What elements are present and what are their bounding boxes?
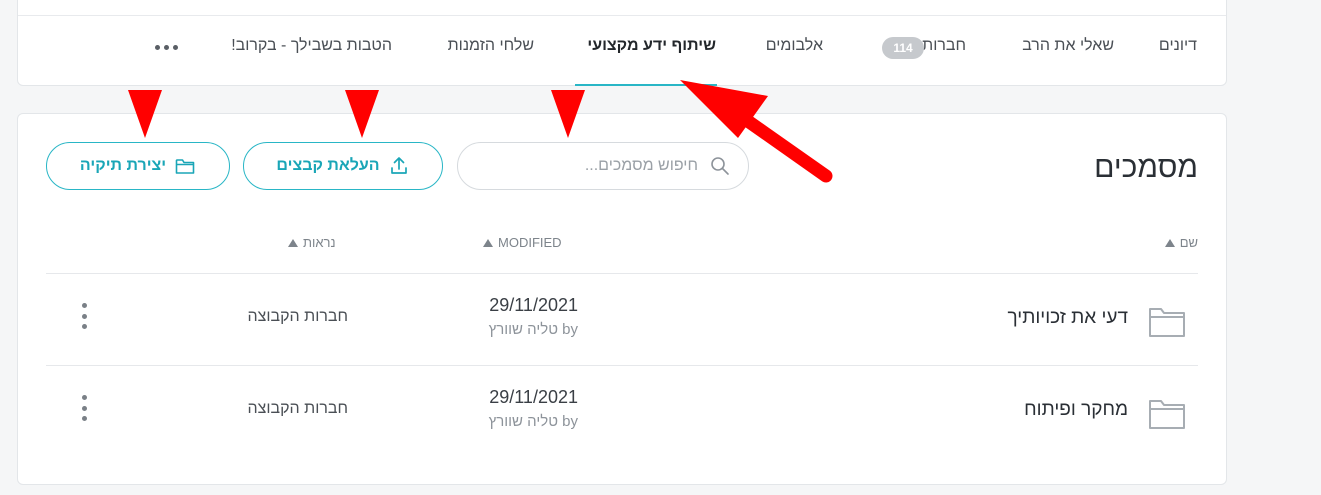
table-row[interactable]: מחקר ופיתוח 29/11/2021 by טליה שוורץ חבר… [18,365,1228,457]
row-actions-icon[interactable] [74,303,94,329]
column-label-name: שם [1179,235,1198,250]
visibility-value: חברות הקבוצה [247,400,348,417]
upload-files-button[interactable]: העלאת קבצים [243,142,443,190]
column-header-visibility[interactable]: נראות [288,235,336,250]
row-actions-icon[interactable] [74,395,94,421]
tab-send-invites[interactable]: שלחי הזמנות [448,37,534,55]
tab-discussions[interactable]: דיונים [1159,37,1197,55]
visibility-value: חברות הקבוצה [247,308,348,325]
folder-name[interactable]: דעי את זכויותיך [1007,307,1128,329]
folder-icon [1149,308,1185,337]
group-tabs-bar: דיונים שאלי את הרב חברות 114 אלבומים שית… [17,0,1227,86]
upload-icon [390,157,407,174]
sort-up-icon [288,238,298,247]
column-label-modified: MODIFIED [498,235,562,250]
tab-members[interactable]: חברות [922,37,966,55]
tab-ask-the-rabbi[interactable]: שאלי את הרב [1022,37,1114,55]
tabs-top-divider [18,15,1226,16]
modified-by: by טליה שוורץ [488,321,578,338]
folder-icon [175,159,195,174]
column-label-visibility: נראות [303,235,336,250]
table-row[interactable]: דעי את זכויותיך 29/11/2021 by טליה שוורץ… [18,273,1228,365]
tab-knowledge-sharing[interactable]: שיתוף ידע מקצועי [587,37,716,55]
sort-up-icon [1164,238,1175,247]
sort-up-icon [483,238,493,247]
document-search[interactable] [457,142,749,190]
tab-benefits[interactable]: הטבות בשבילך - בקרוב! [231,37,392,55]
search-input[interactable] [488,143,698,189]
create-folder-button[interactable]: יצירת תיקיה [46,142,230,190]
modified-date: 29/11/2021 [489,295,578,315]
modified-by: by טליה שוורץ [488,413,578,430]
folder-name[interactable]: מחקר ופיתוח [1024,399,1128,421]
documents-panel: מסמכים העלאת קבצים יצירת תיקיה שם MODIFI… [17,113,1227,485]
column-header-name[interactable]: שם [1164,235,1198,250]
column-header-modified[interactable]: MODIFIED [483,235,562,250]
modified-date: 29/11/2021 [489,387,578,407]
more-horizontal-icon[interactable] [154,37,178,57]
members-count-badge: 114 [882,37,924,59]
search-icon [711,157,729,175]
tab-albums[interactable]: אלבומים [766,37,823,55]
folder-icon [1149,400,1185,429]
create-folder-label: יצירת תיקיה [79,157,167,174]
active-tab-indicator [575,84,717,86]
upload-files-label: העלאת קבצים [276,157,380,174]
page-title: מסמכים [1094,151,1198,184]
